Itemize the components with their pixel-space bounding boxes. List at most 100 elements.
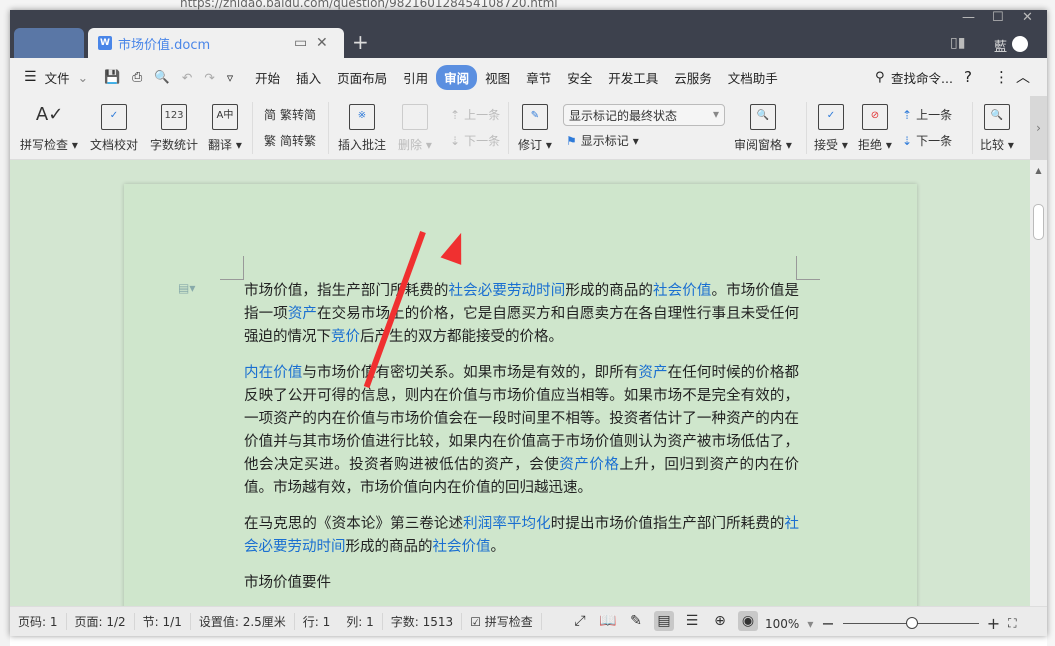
row[interactable]: 行: 1: [295, 613, 339, 630]
show-markup-button[interactable]: ⚑ 显示标记 ▾: [566, 132, 639, 149]
new-tab-button[interactable]: +: [352, 30, 369, 54]
markup-mode-select[interactable]: 显示标记的最终状态 ▾: [563, 104, 725, 126]
float-window-icon[interactable]: ▭: [294, 35, 307, 51]
print-preview-icon[interactable]: 🔍: [154, 69, 170, 85]
paragraph: 在马克思的《资本论》第三卷论述利润率平均化时提出市场价值指生产部门所耗费的社会必…: [244, 513, 799, 559]
command-search[interactable]: 查找命令...: [891, 68, 953, 87]
fullscreen-icon[interactable]: ⤢: [570, 611, 590, 631]
user-name[interactable]: 藍: [994, 36, 1007, 55]
zoom-out-button[interactable]: −: [821, 614, 834, 633]
delete-comment-label: 删除: [398, 138, 423, 152]
reading-mode-icon[interactable]: 📖: [598, 611, 618, 631]
collapse-ribbon-icon[interactable]: ︿: [1016, 67, 1030, 87]
close-tab-icon[interactable]: ✕: [316, 35, 328, 51]
word-count[interactable]: 字数: 1513: [383, 613, 463, 630]
prev-change-button[interactable]: ⇡ 上一条: [902, 106, 952, 123]
scrollbar-thumb[interactable]: [1033, 204, 1044, 240]
t2s-button[interactable]: 简繁转简: [264, 106, 316, 123]
track-changes-button[interactable]: ✎ 修订 ▾: [518, 104, 552, 153]
hyperlink[interactable]: 资产: [638, 365, 667, 381]
zoom-in-button[interactable]: +: [987, 614, 1000, 633]
write-mode-icon[interactable]: ✎: [626, 611, 646, 631]
vertical-scrollbar[interactable]: ▲: [1030, 160, 1047, 606]
prev-comment-button[interactable]: ⇡ 上一条: [450, 106, 500, 123]
chevron-down-icon[interactable]: ⌄: [78, 70, 88, 85]
minimize-button[interactable]: —: [962, 10, 975, 25]
menu-tab-4[interactable]: 审阅: [436, 64, 478, 90]
s2t-button[interactable]: 繁简转繁: [264, 132, 316, 149]
home-tab-blurred[interactable]: [14, 28, 84, 58]
scroll-up-icon[interactable]: ▲: [1030, 166, 1047, 175]
proofread-button[interactable]: ✓ 文档校对: [90, 104, 138, 153]
menu-tab-2[interactable]: 页面布局: [329, 65, 395, 90]
zoom-slider-knob[interactable]: [905, 617, 918, 629]
menu-tab-7[interactable]: 安全: [559, 65, 600, 90]
menu-tab-10[interactable]: 文档助手: [720, 65, 786, 90]
paragraph-tag-icon[interactable]: ▤▾: [178, 281, 195, 295]
file-menu[interactable]: 文件: [37, 65, 78, 90]
eye-protection-icon[interactable]: ◉: [738, 611, 758, 631]
section[interactable]: 节: 1/1: [135, 613, 191, 630]
divider: [252, 102, 253, 154]
document-tab[interactable]: W 市场价值.docm ▭ ✕: [88, 28, 344, 58]
page-view-icon[interactable]: ▤: [654, 611, 674, 631]
maximize-button[interactable]: ☐: [992, 10, 1004, 25]
outline-view-icon[interactable]: ☰: [682, 611, 702, 631]
help-icon[interactable]: ?: [964, 68, 972, 86]
delete-comment-button[interactable]: 删除 ▾: [398, 104, 432, 153]
insert-comment-label: 插入批注: [338, 138, 387, 152]
redo-icon[interactable]: ↷: [204, 70, 214, 85]
hyperlink[interactable]: 竞价: [331, 329, 360, 345]
menu-tab-8[interactable]: 开发工具: [600, 65, 666, 90]
hyperlink[interactable]: 内在价值: [244, 365, 302, 381]
hyperlink[interactable]: 社会必要劳动时间: [449, 283, 566, 299]
layout-icon[interactable]: ▯▮: [950, 35, 965, 51]
column[interactable]: 列: 1: [338, 613, 383, 630]
hyperlink[interactable]: 社会价值: [433, 539, 491, 555]
compare-button[interactable]: 🔍 比较 ▾: [980, 104, 1014, 153]
page-number[interactable]: 页码: 1: [10, 613, 67, 630]
menu-tab-5[interactable]: 视图: [477, 65, 518, 90]
insert-comment-button[interactable]: ※ 插入批注: [338, 104, 386, 153]
ribbon-scroll-right[interactable]: ›: [1030, 96, 1047, 160]
menu-tab-0[interactable]: 开始: [247, 65, 288, 90]
next-change-button[interactable]: ⇣ 下一条: [902, 132, 952, 149]
fit-window-icon[interactable]: ⛶: [1008, 616, 1016, 631]
reject-button[interactable]: ⊘ 拒绝 ▾: [858, 104, 892, 153]
zoom-dropdown-icon[interactable]: ▾: [807, 617, 813, 631]
print-icon[interactable]: ⎙: [132, 69, 142, 85]
hyperlink[interactable]: 利润率平均化: [463, 516, 551, 532]
text-run: 后产生的双方都能接受的价格。: [360, 329, 563, 345]
spell-check-status[interactable]: ☑ 拼写检查: [462, 613, 542, 630]
hyperlink[interactable]: 社会价值: [653, 283, 711, 299]
divider: [508, 102, 509, 154]
close-window-button[interactable]: ✕: [1022, 10, 1033, 25]
zoom-level[interactable]: 100%: [765, 617, 799, 631]
web-view-icon[interactable]: ⊕: [710, 611, 730, 631]
menu-tab-6[interactable]: 章节: [518, 65, 559, 90]
undo-icon[interactable]: ↶: [182, 70, 192, 85]
hyperlink[interactable]: 资产: [288, 306, 317, 322]
menu-tab-3[interactable]: 引用: [395, 65, 436, 90]
next-comment-button[interactable]: ⇣ 下一条: [450, 132, 500, 149]
accept-button[interactable]: ✓ 接受 ▾: [814, 104, 848, 153]
word-count-button[interactable]: 123 字数统计: [150, 104, 198, 153]
translate-button[interactable]: A中 翻译 ▾: [208, 104, 242, 153]
search-icon[interactable]: ⚲: [875, 70, 885, 85]
avatar[interactable]: [1012, 36, 1028, 52]
translate-label: 翻译: [208, 138, 233, 152]
page-count[interactable]: 页面: 1/2: [67, 613, 135, 630]
menu-tab-9[interactable]: 云服务: [666, 65, 720, 90]
background-right: [1047, 10, 1055, 646]
more-icon[interactable]: ⋮: [994, 68, 1009, 86]
spell-check-button[interactable]: A✓ 拼写检查 ▾: [20, 104, 78, 153]
setting-value[interactable]: 设置值: 2.5厘米: [191, 613, 295, 630]
hamburger-icon[interactable]: ☰: [24, 69, 37, 85]
menu-tab-1[interactable]: 插入: [288, 65, 329, 90]
quick-access-more-icon[interactable]: ▿: [227, 70, 233, 85]
zoom-slider[interactable]: [842, 617, 979, 629]
review-pane-button[interactable]: 🔍 审阅窗格 ▾: [734, 104, 792, 153]
save-icon[interactable]: 💾: [104, 70, 120, 85]
document-text[interactable]: 市场价值，指生产部门所耗费的社会必要劳动时间形成的商品的社会价值。市场价值是指一…: [244, 280, 799, 606]
hyperlink[interactable]: 资产价格: [559, 457, 619, 473]
